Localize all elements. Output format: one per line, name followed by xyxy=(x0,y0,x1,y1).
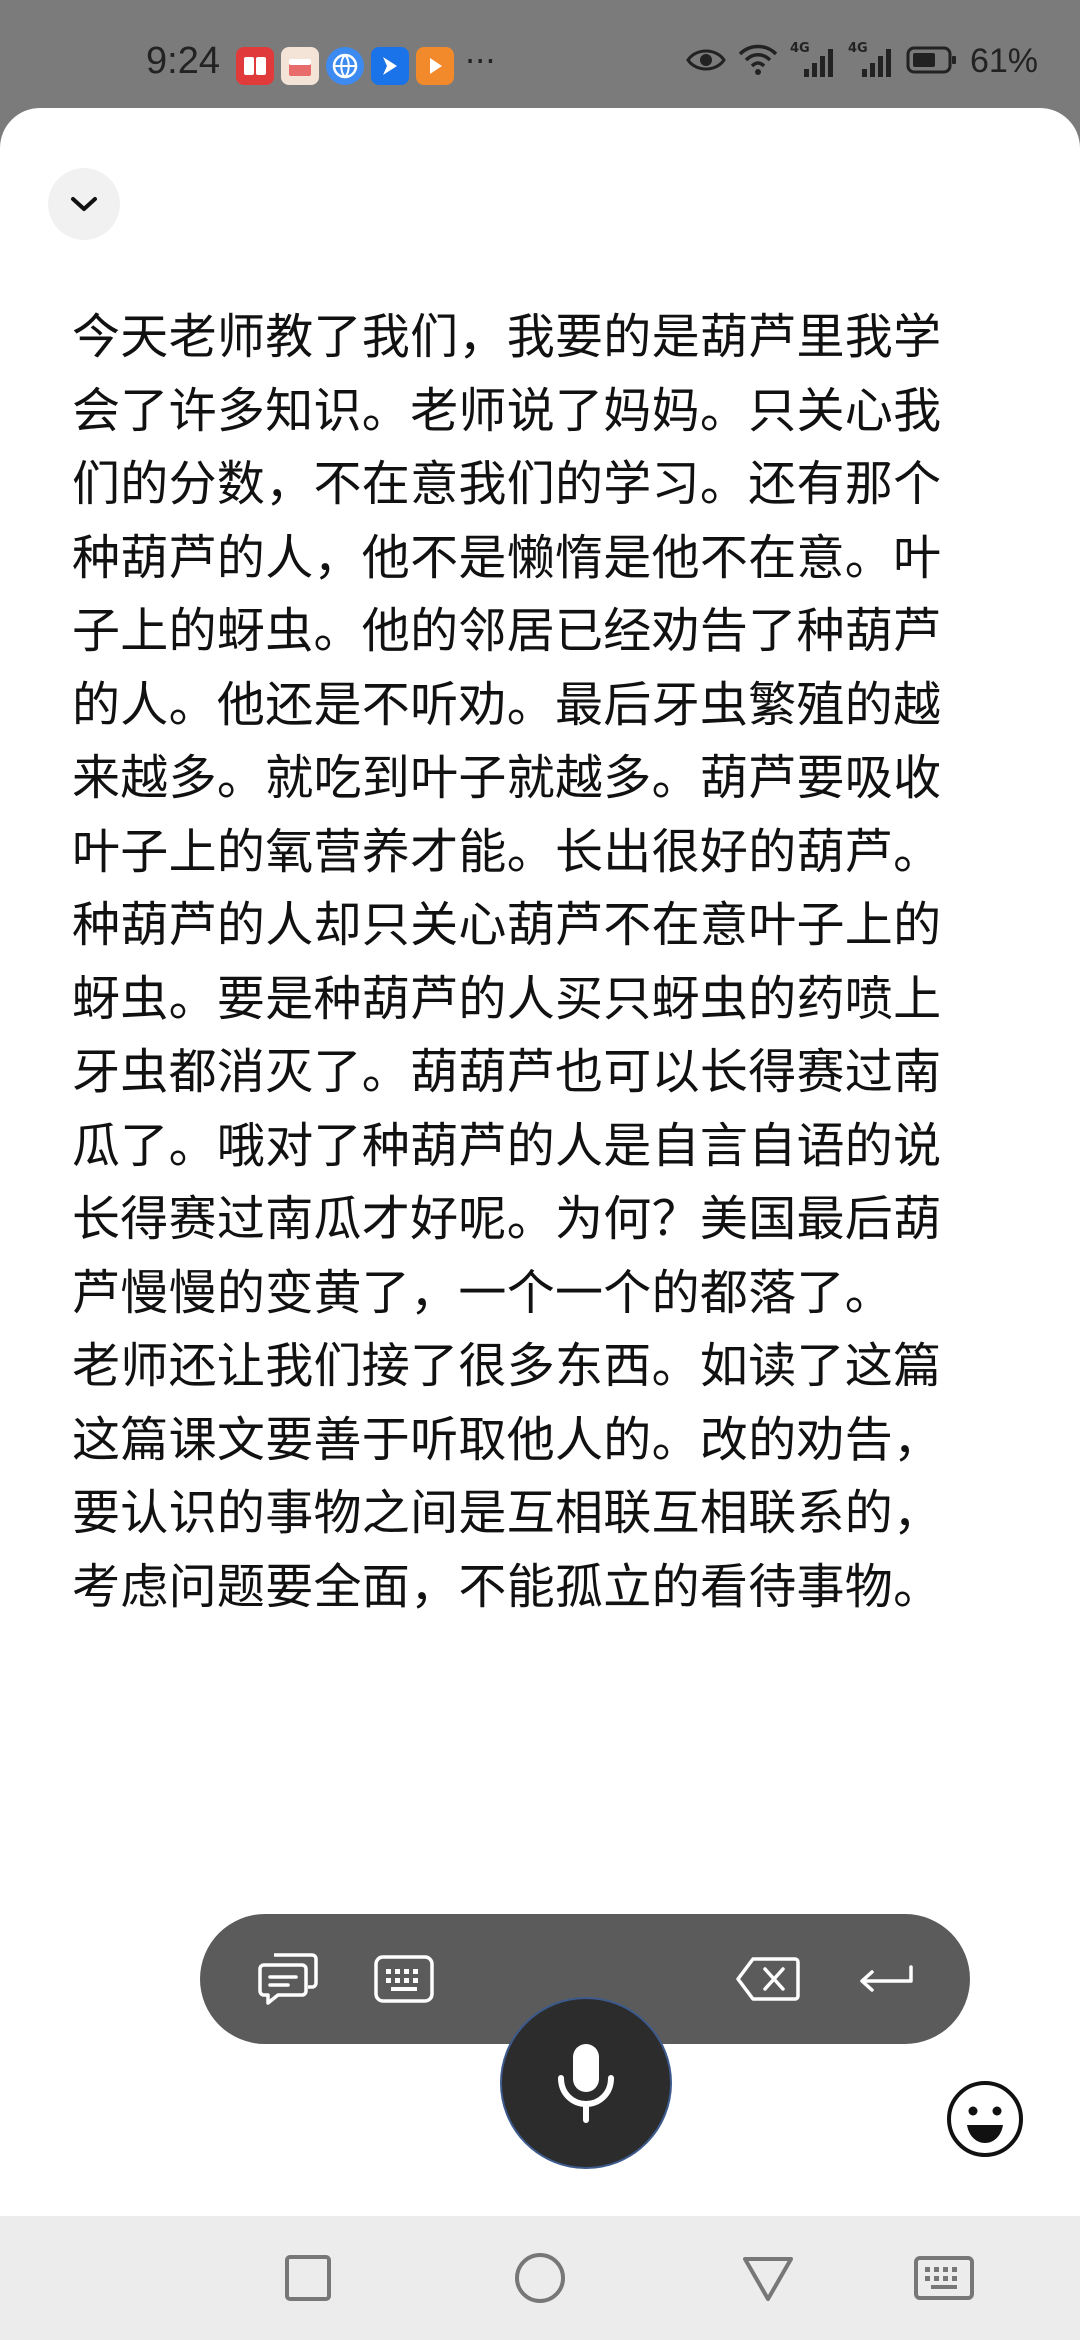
enter-icon xyxy=(860,1965,913,1992)
transcript-line: 的人。他还是不听劝。最后牙虫繁殖的越 xyxy=(72,676,942,733)
chat-bubbles-icon xyxy=(258,1953,318,2005)
transcript-line: 芦慢慢的变黄了，一个一个的都落了。 xyxy=(72,1264,894,1321)
orange-play-app-icon xyxy=(416,47,454,85)
keyboard-hide-icon xyxy=(914,2256,974,2300)
voice-input-panel: 今天老师教了我们，我要的是葫芦里我学 会了许多知识。老师说了妈妈。只关心我 们的… xyxy=(0,108,1080,2216)
transcript-line: 今天老师教了我们，我要的是葫芦里我学 xyxy=(72,309,942,365)
wifi-icon xyxy=(738,44,778,80)
eye-icon xyxy=(686,46,726,78)
keyboard-mode-button[interactable] xyxy=(366,1941,442,2017)
recents-square-icon xyxy=(285,2255,331,2301)
hide-keyboard-button[interactable] xyxy=(910,2244,978,2312)
microphone-button[interactable] xyxy=(500,1997,672,2169)
chevron-down-icon xyxy=(71,197,97,211)
chat-mode-button[interactable] xyxy=(250,1941,326,2017)
notification-app-icons xyxy=(236,47,454,85)
transcript-line: 会了许多知识。老师说了妈妈。只关心我 xyxy=(72,382,942,439)
transcript-line: 要认识的事物之间是互相联互相联系的， xyxy=(72,1485,942,1541)
signal-strength-icon-2: 4G xyxy=(848,41,894,79)
transcript-line: 牙虫都消灭了。葫葫芦也可以长得赛过南 xyxy=(72,1044,942,1100)
cake-app-icon xyxy=(281,47,319,85)
back-triangle-icon xyxy=(743,2257,793,2301)
signal-strength-icon-1: 4G xyxy=(790,41,836,79)
transcript-line: 来越多。就吃到叶子就越多。葫芦要吸收 xyxy=(72,750,942,806)
battery-icon xyxy=(906,45,958,79)
collapse-button[interactable] xyxy=(48,168,120,240)
recents-button[interactable] xyxy=(274,2244,342,2312)
transcript-line: 长得赛过南瓜才好呢。为何？美国最后葫 xyxy=(72,1191,942,1247)
blue-bird-app-icon xyxy=(371,47,409,85)
status-right-group: 4G 4G 61% xyxy=(686,41,1038,81)
transcript-line: 们的分数，不在意我们的学习。还有那个 xyxy=(72,456,942,512)
transcript-line: 老师还让我们接了很多东西。如读了这篇 xyxy=(72,1338,942,1394)
red-book-app-icon xyxy=(236,47,274,85)
status-time: 9:24 xyxy=(146,40,220,82)
home-circle-icon xyxy=(515,2253,565,2303)
transcript-line: 瓜了。哦对了种葫芦的人是自言自语的说 xyxy=(72,1117,942,1174)
transcript-line: 种葫芦的人却只关心葫芦不在意叶子上的 xyxy=(72,897,942,953)
keyboard-icon xyxy=(374,1955,434,2003)
more-notifications-indicator: ··· xyxy=(465,42,496,80)
transcript-line: 考虑问题要全面，不能孤立的看待事物。 xyxy=(72,1558,942,1615)
transcript-line: 蚜虫。要是种葫芦的人买只蚜虫的药喷上 xyxy=(72,970,942,1027)
emoji-button[interactable] xyxy=(942,2076,1028,2162)
backspace-icon xyxy=(736,1957,800,2001)
transcript-line: 这篇课文要善于听取他人的。改的劝告， xyxy=(72,1411,942,1468)
system-nav-bar xyxy=(0,2216,1080,2340)
globe-app-icon xyxy=(326,47,364,85)
home-button[interactable] xyxy=(506,2244,574,2312)
transcript-text[interactable]: 今天老师教了我们，我要的是葫芦里我学 会了许多知识。老师说了妈妈。只关心我 们的… xyxy=(72,301,1000,1624)
back-button[interactable] xyxy=(734,2244,802,2312)
battery-percent: 61% xyxy=(969,42,1038,80)
transcript-line: 叶子上的氧营养才能。长出很好的葫芦。 xyxy=(72,823,942,880)
emoji-icon xyxy=(947,2081,1023,2157)
status-bar: 9:24 ··· 4G 4G 61% xyxy=(0,0,1080,110)
microphone-icon xyxy=(558,2044,614,2123)
transcript-line: 种葫芦的人，他不是懒惰是他不在意。叶 xyxy=(72,529,942,586)
transcript-line: 子上的蚜虫。他的邻居已经劝告了种葫芦 xyxy=(72,603,942,659)
backspace-button[interactable] xyxy=(730,1941,806,2017)
screen: 9:24 ··· 4G 4G 61% 今天老师教了我们，我要的是葫芦里我学 会了… xyxy=(0,0,1080,2340)
enter-button[interactable] xyxy=(848,1941,924,2017)
